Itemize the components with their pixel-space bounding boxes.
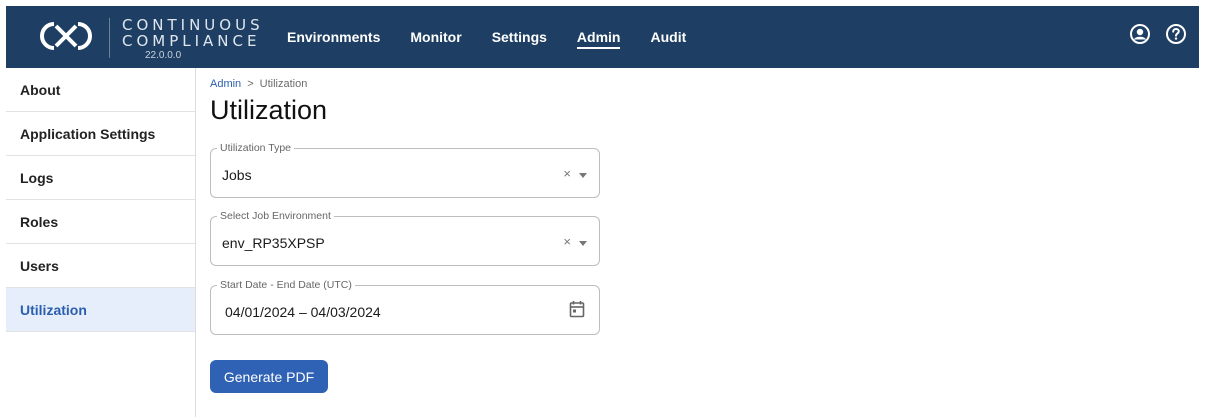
main-nav: Environments Monitor Settings Admin Audi…: [287, 6, 716, 68]
sidebar-item-utilization[interactable]: Utilization: [6, 288, 195, 332]
help-icon[interactable]: [1165, 23, 1187, 45]
job-environment-label: Select Job Environment: [217, 210, 334, 222]
breadcrumb: Admin > Utilization: [210, 78, 307, 90]
nav-settings[interactable]: Settings: [492, 6, 547, 68]
logo-icon[interactable]: [36, 18, 96, 54]
nav-admin[interactable]: Admin: [576, 6, 620, 68]
clear-icon[interactable]: ×: [563, 234, 571, 249]
sidebar-item-application-settings[interactable]: Application Settings: [6, 112, 195, 156]
utilization-type-select[interactable]: Utilization Type Jobs ×: [210, 142, 600, 198]
clear-icon[interactable]: ×: [563, 166, 571, 181]
utilization-type-label: Utilization Type: [217, 142, 295, 154]
utilization-type-value: Jobs: [222, 167, 252, 183]
job-environment-select[interactable]: Select Job Environment env_RP35XPSP ×: [210, 210, 600, 266]
breadcrumb-separator: >: [247, 78, 254, 90]
brand-divider: [109, 18, 110, 58]
nav-environments[interactable]: Environments: [287, 6, 380, 68]
breadcrumb-admin-link[interactable]: Admin: [210, 78, 241, 90]
generate-pdf-button[interactable]: Generate PDF: [210, 360, 328, 393]
app-version: 22.0.0.0: [145, 50, 182, 61]
sidebar-item-users[interactable]: Users: [6, 244, 195, 288]
sidebar-item-roles[interactable]: Roles: [6, 200, 195, 244]
nav-audit[interactable]: Audit: [650, 6, 686, 68]
date-range-field[interactable]: Start Date - End Date (UTC) 04/01/2024 –…: [210, 279, 600, 335]
breadcrumb-current: Utilization: [259, 78, 308, 90]
chevron-down-icon[interactable]: [579, 241, 587, 246]
sidebar-item-logs[interactable]: Logs: [6, 156, 195, 200]
top-navigation-bar: CONTINUOUS COMPLIANCE 22.0.0.0 Environme…: [6, 6, 1199, 68]
sidebar-item-about[interactable]: About: [6, 68, 195, 112]
admin-sidebar: About Application Settings Logs Roles Us…: [6, 68, 196, 417]
page-title: Utilization: [210, 95, 328, 125]
brand-name-line2: COMPLIANCE: [122, 32, 261, 50]
account-icon[interactable]: [1129, 23, 1151, 45]
date-range-value: 04/01/2024 – 04/03/2024: [225, 304, 381, 320]
date-range-label: Start Date - End Date (UTC): [217, 279, 355, 291]
calendar-icon[interactable]: [569, 300, 585, 318]
header-icons: [1129, 23, 1187, 45]
chevron-down-icon[interactable]: [579, 173, 587, 178]
nav-monitor[interactable]: Monitor: [410, 6, 461, 68]
job-environment-value: env_RP35XPSP: [222, 235, 325, 251]
